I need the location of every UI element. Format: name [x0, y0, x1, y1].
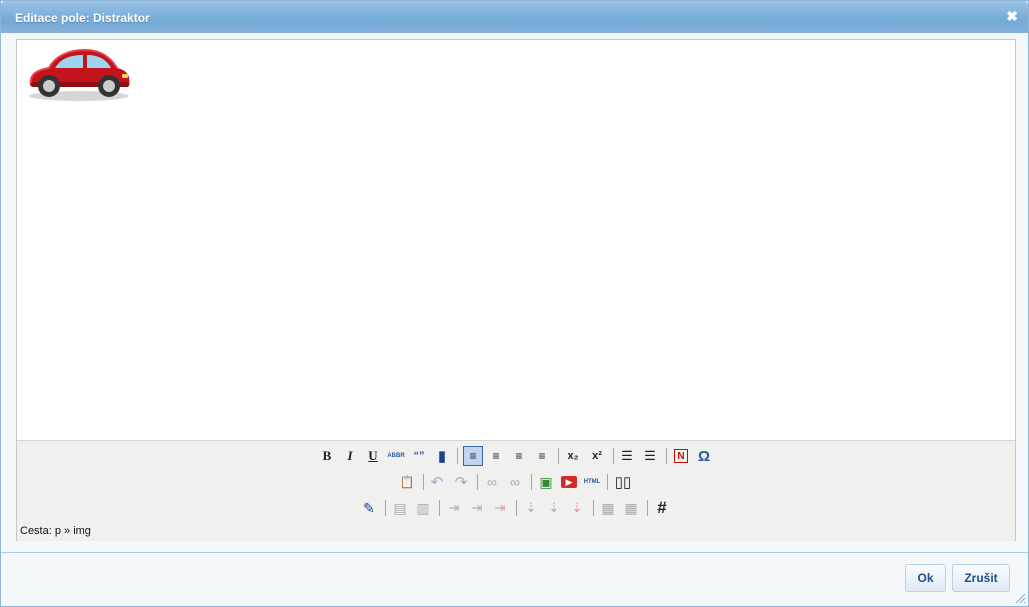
abbr-icon[interactable]: ABBR	[386, 446, 406, 466]
row-before-icon[interactable]: ⇥	[444, 498, 464, 518]
edit-icon[interactable]: ✎	[359, 498, 379, 518]
row-after-icon[interactable]: ⇥	[467, 498, 487, 518]
toolbar-separator	[647, 500, 648, 516]
align-right-icon[interactable]: ≡	[509, 446, 529, 466]
edit-dialog: Editace pole: Distraktor ✖ B I U ABBR “”…	[0, 0, 1029, 607]
columns-icon[interactable]: ▯▯	[613, 472, 633, 492]
delete-row-icon[interactable]: ⇥	[490, 498, 510, 518]
toolbar-separator	[666, 448, 667, 464]
toolbar-row-3: ✎ ▤ ▥ ⇥ ⇥ ⇥ ⇣ ⇣ ⇣ ▦ ▦ #	[17, 497, 1015, 519]
align-justify-icon[interactable]: ≡	[532, 446, 552, 466]
toolbar-separator	[477, 474, 478, 490]
italic-icon[interactable]: I	[340, 446, 360, 466]
delete-col-icon[interactable]: ⇣	[567, 498, 587, 518]
toolbar-row-1: B I U ABBR “” ▮ ≡ ≡ ≡ ≡ x₂ x² ☰ ☰ N Ω	[17, 445, 1015, 467]
toolbar-separator	[531, 474, 532, 490]
resize-grip-icon[interactable]	[1014, 592, 1026, 604]
undo-icon[interactable]: ↶	[427, 472, 447, 492]
underline-icon[interactable]: U	[363, 446, 383, 466]
col-after-icon[interactable]: ⇣	[544, 498, 564, 518]
editor-toolbar: B I U ABBR “” ▮ ≡ ≡ ≡ ≡ x₂ x² ☰ ☰ N Ω 📋 …	[17, 440, 1015, 541]
dialog-titlebar[interactable]: Editace pole: Distraktor ✖	[1, 1, 1028, 33]
numbered-list-icon[interactable]: ☰	[640, 446, 660, 466]
redo-icon[interactable]: ↷	[451, 472, 471, 492]
table-grid-icon[interactable]: #	[652, 498, 672, 518]
superscript-icon[interactable]: x²	[587, 446, 607, 466]
editor-content-area[interactable]	[17, 40, 1015, 440]
toolbar-separator	[607, 474, 608, 490]
rich-text-editor: B I U ABBR “” ▮ ≡ ≡ ≡ ≡ x₂ x² ☰ ☰ N Ω 📋 …	[16, 39, 1016, 541]
bullet-list-icon[interactable]: ☰	[617, 446, 637, 466]
split-cells-icon[interactable]: ▦	[598, 498, 618, 518]
bold-icon[interactable]: B	[317, 446, 337, 466]
dialog-title: Editace pole: Distraktor	[15, 11, 150, 25]
quote-icon[interactable]: “”	[409, 446, 429, 466]
no-format-icon[interactable]: N	[674, 449, 688, 463]
col-before-icon[interactable]: ⇣	[521, 498, 541, 518]
toolbar-separator	[385, 500, 386, 516]
subscript-icon[interactable]: x₂	[563, 446, 583, 466]
close-icon[interactable]: ✖	[1006, 9, 1018, 23]
toolbar-row-2: 📋 ↶ ↷ ∞ ∞ ▣ ▶ HTML ▯▯	[17, 471, 1015, 493]
youtube-icon[interactable]: ▶	[561, 476, 577, 488]
element-path: Cesta: p » img	[20, 525, 91, 537]
image-icon[interactable]: ▣	[536, 472, 556, 492]
toolbar-separator	[439, 500, 440, 516]
toolbar-separator	[558, 448, 559, 464]
toolbar-separator	[593, 500, 594, 516]
toolbar-separator	[457, 448, 458, 464]
book-icon[interactable]: ▮	[432, 446, 452, 466]
cell-props-icon[interactable]: ▥	[413, 498, 433, 518]
align-left-icon[interactable]: ≡	[463, 446, 483, 466]
table-props-icon[interactable]: ▤	[390, 498, 410, 518]
footer-divider	[1, 552, 1028, 553]
toolbar-separator	[613, 448, 614, 464]
paste-word-icon[interactable]: 📋	[397, 472, 417, 492]
cancel-button[interactable]: Zrušit	[952, 564, 1010, 592]
car-image[interactable]	[25, 46, 133, 102]
ok-button[interactable]: Ok	[905, 564, 946, 592]
merge-cells-icon[interactable]: ▦	[621, 498, 641, 518]
html-icon[interactable]: HTML	[582, 472, 602, 492]
toolbar-separator	[423, 474, 424, 490]
toolbar-separator	[516, 500, 517, 516]
link-icon[interactable]: ∞	[482, 472, 502, 492]
special-char-icon[interactable]: Ω	[694, 446, 714, 466]
unlink-icon[interactable]: ∞	[505, 472, 525, 492]
align-center-icon[interactable]: ≡	[486, 446, 506, 466]
